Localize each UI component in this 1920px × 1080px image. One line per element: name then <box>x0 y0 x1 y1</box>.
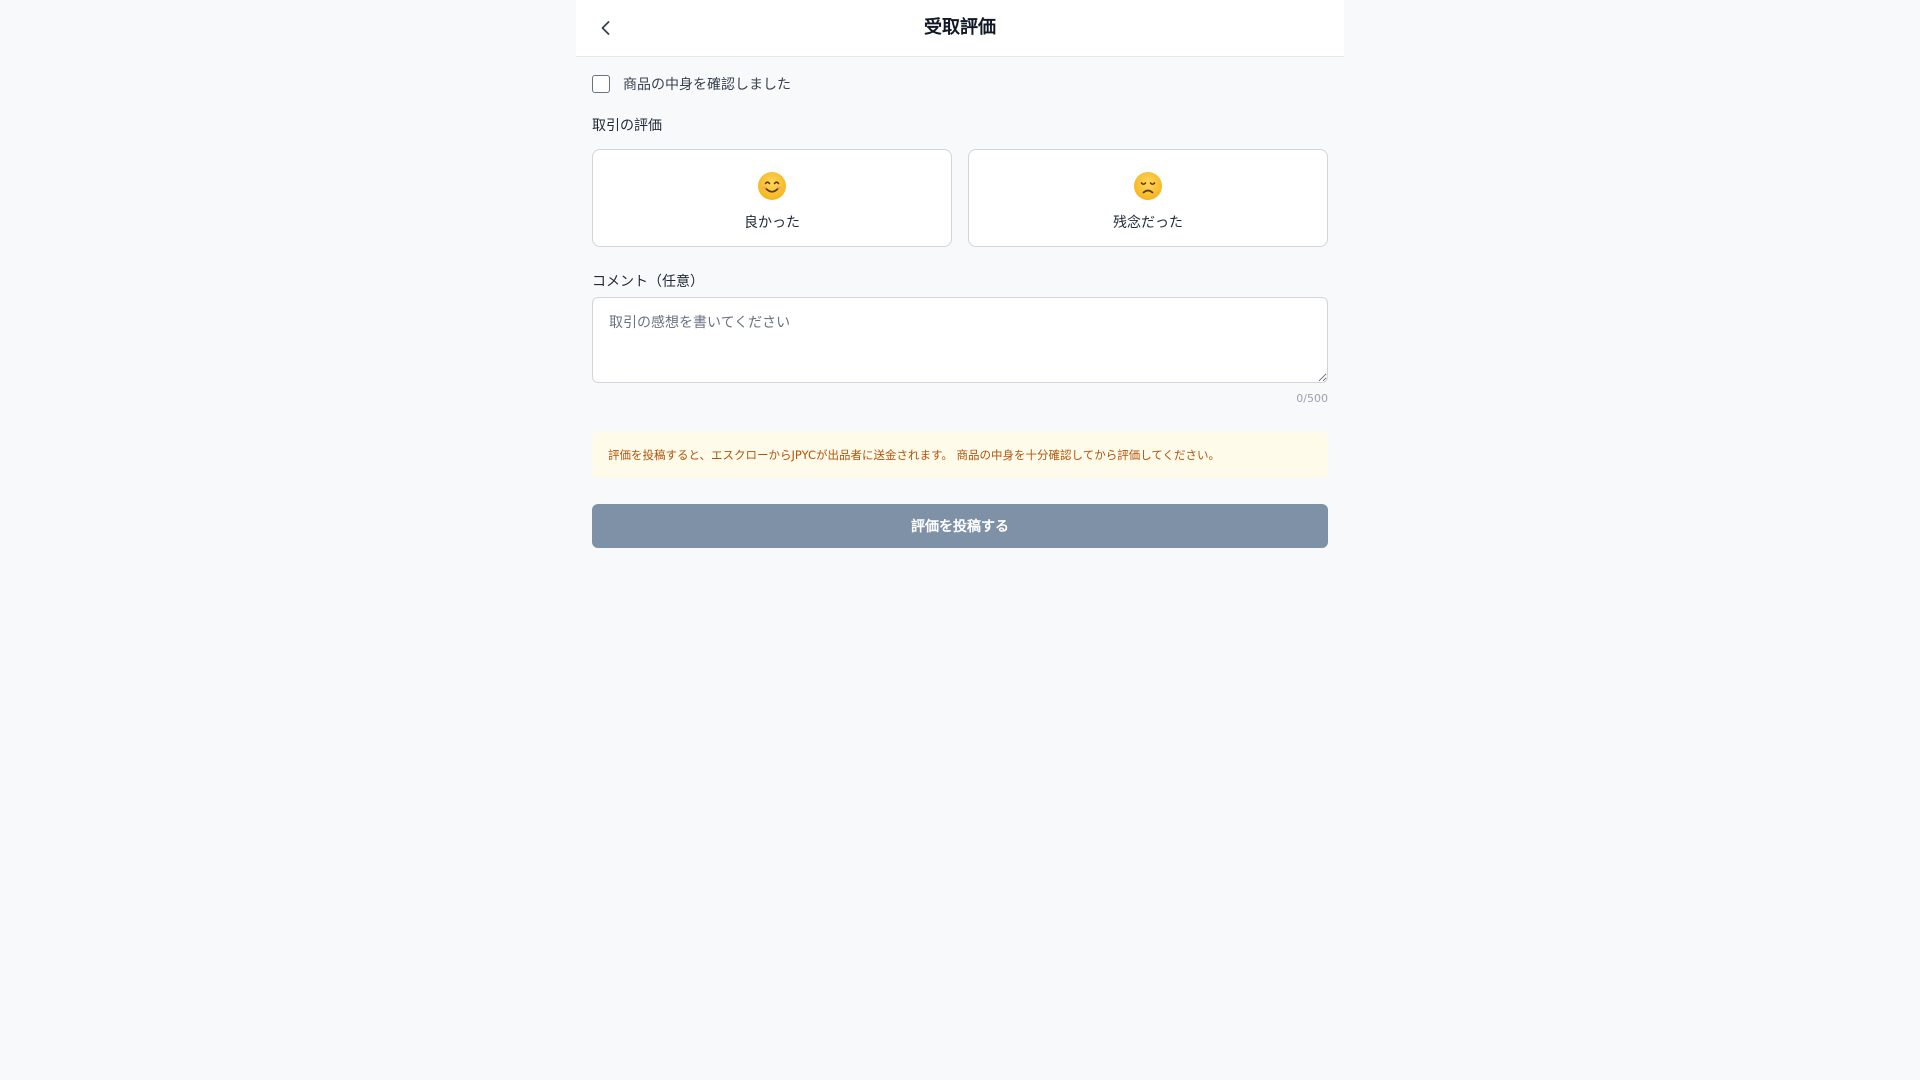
rating-option-good-label: 良かった <box>744 215 800 231</box>
submit-review-button[interactable]: 評価を投稿する <box>592 504 1328 548</box>
rating-section-label: 取引の評価 <box>592 118 662 134</box>
rating-option-bad-label: 残念だった <box>1113 215 1183 231</box>
confirm-checkbox[interactable] <box>592 75 610 93</box>
rating-option-bad[interactable]: 残念だった <box>968 149 1328 247</box>
page-title: 受取評価 <box>924 17 996 38</box>
confirm-row[interactable]: 商品の中身を確認しました <box>592 72 791 96</box>
app-window: 受取評価 商品の中身を確認しました 取引の評価 良かった 残念だった コメント（… <box>576 0 1344 1080</box>
disappointed-face-icon <box>1134 172 1162 200</box>
rating-option-good[interactable]: 良かった <box>592 149 952 247</box>
comment-char-count: 0/500 <box>1296 392 1328 405</box>
confirm-label[interactable]: 商品の中身を確認しました <box>623 74 791 94</box>
comment-section-label: コメント（任意） <box>592 274 704 290</box>
header-bar: 受取評価 <box>576 0 1344 57</box>
comment-textarea[interactable] <box>592 297 1328 383</box>
smiling-face-icon <box>758 172 786 200</box>
escrow-notice: 評価を投稿すると、エスクローからJPYCが出品者に送金されます。 商品の中身を十… <box>592 432 1328 478</box>
rating-options: 良かった 残念だった <box>592 149 1328 247</box>
escrow-notice-text: 評価を投稿すると、エスクローからJPYCが出品者に送金されます。 商品の中身を十… <box>608 448 1221 462</box>
